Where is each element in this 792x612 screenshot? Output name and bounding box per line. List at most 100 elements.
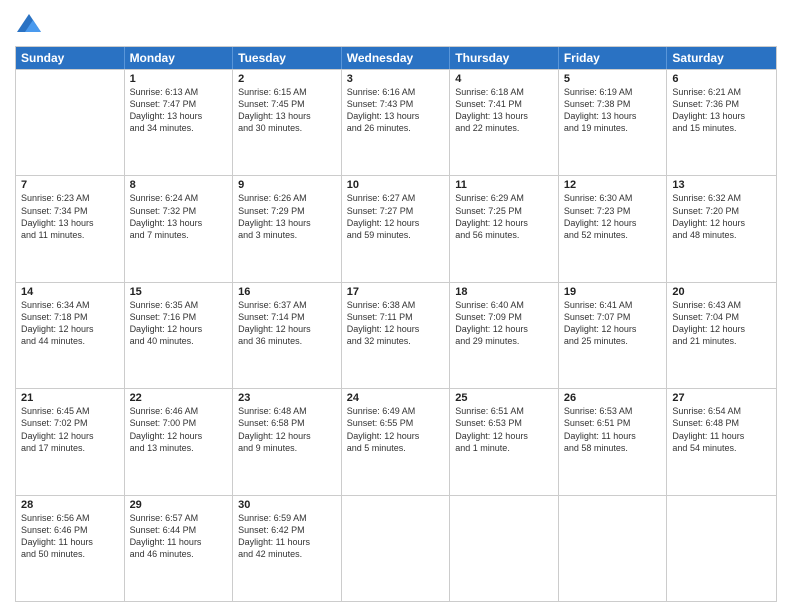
cell-info: Sunrise: 6:15 AM Sunset: 7:45 PM Dayligh… [238,86,336,135]
cal-cell: 27Sunrise: 6:54 AM Sunset: 6:48 PM Dayli… [667,389,776,494]
cal-cell: 5Sunrise: 6:19 AM Sunset: 7:38 PM Daylig… [559,70,668,175]
cell-date: 8 [130,179,228,191]
header-day-wednesday: Wednesday [342,47,451,69]
cell-info: Sunrise: 6:49 AM Sunset: 6:55 PM Dayligh… [347,405,445,454]
cal-cell: 9Sunrise: 6:26 AM Sunset: 7:29 PM Daylig… [233,176,342,281]
cal-cell: 4Sunrise: 6:18 AM Sunset: 7:41 PM Daylig… [450,70,559,175]
cell-info: Sunrise: 6:43 AM Sunset: 7:04 PM Dayligh… [672,299,771,348]
cell-date: 20 [672,286,771,298]
cell-info: Sunrise: 6:32 AM Sunset: 7:20 PM Dayligh… [672,192,771,241]
cal-cell: 21Sunrise: 6:45 AM Sunset: 7:02 PM Dayli… [16,389,125,494]
cell-date: 28 [21,499,119,511]
cell-date: 19 [564,286,662,298]
cal-cell: 8Sunrise: 6:24 AM Sunset: 7:32 PM Daylig… [125,176,234,281]
cell-date: 10 [347,179,445,191]
cell-info: Sunrise: 6:19 AM Sunset: 7:38 PM Dayligh… [564,86,662,135]
cell-info: Sunrise: 6:48 AM Sunset: 6:58 PM Dayligh… [238,405,336,454]
calendar-body: 1Sunrise: 6:13 AM Sunset: 7:47 PM Daylig… [16,69,776,601]
cell-info: Sunrise: 6:57 AM Sunset: 6:44 PM Dayligh… [130,512,228,561]
cal-cell: 25Sunrise: 6:51 AM Sunset: 6:53 PM Dayli… [450,389,559,494]
cell-info: Sunrise: 6:30 AM Sunset: 7:23 PM Dayligh… [564,192,662,241]
cell-date: 12 [564,179,662,191]
cell-info: Sunrise: 6:51 AM Sunset: 6:53 PM Dayligh… [455,405,553,454]
header-day-sunday: Sunday [16,47,125,69]
cell-info: Sunrise: 6:18 AM Sunset: 7:41 PM Dayligh… [455,86,553,135]
cal-cell: 14Sunrise: 6:34 AM Sunset: 7:18 PM Dayli… [16,283,125,388]
cal-cell: 7Sunrise: 6:23 AM Sunset: 7:34 PM Daylig… [16,176,125,281]
cal-cell: 18Sunrise: 6:40 AM Sunset: 7:09 PM Dayli… [450,283,559,388]
cell-info: Sunrise: 6:53 AM Sunset: 6:51 PM Dayligh… [564,405,662,454]
cal-cell: 15Sunrise: 6:35 AM Sunset: 7:16 PM Dayli… [125,283,234,388]
header-day-tuesday: Tuesday [233,47,342,69]
cell-date: 15 [130,286,228,298]
cell-info: Sunrise: 6:59 AM Sunset: 6:42 PM Dayligh… [238,512,336,561]
page: SundayMondayTuesdayWednesdayThursdayFrid… [0,0,792,612]
cell-date: 25 [455,392,553,404]
cell-info: Sunrise: 6:38 AM Sunset: 7:11 PM Dayligh… [347,299,445,348]
cal-cell: 28Sunrise: 6:56 AM Sunset: 6:46 PM Dayli… [16,496,125,601]
cell-date: 13 [672,179,771,191]
cell-info: Sunrise: 6:13 AM Sunset: 7:47 PM Dayligh… [130,86,228,135]
cell-date: 5 [564,73,662,85]
cell-date: 29 [130,499,228,511]
cal-cell [667,496,776,601]
week-row-3: 14Sunrise: 6:34 AM Sunset: 7:18 PM Dayli… [16,282,776,388]
cell-date: 16 [238,286,336,298]
cell-date: 1 [130,73,228,85]
cell-date: 24 [347,392,445,404]
cell-date: 21 [21,392,119,404]
cell-info: Sunrise: 6:37 AM Sunset: 7:14 PM Dayligh… [238,299,336,348]
cell-date: 18 [455,286,553,298]
cal-cell: 1Sunrise: 6:13 AM Sunset: 7:47 PM Daylig… [125,70,234,175]
cal-cell [16,70,125,175]
cal-cell: 26Sunrise: 6:53 AM Sunset: 6:51 PM Dayli… [559,389,668,494]
week-row-5: 28Sunrise: 6:56 AM Sunset: 6:46 PM Dayli… [16,495,776,601]
cell-info: Sunrise: 6:23 AM Sunset: 7:34 PM Dayligh… [21,192,119,241]
cal-cell: 3Sunrise: 6:16 AM Sunset: 7:43 PM Daylig… [342,70,451,175]
cell-info: Sunrise: 6:24 AM Sunset: 7:32 PM Dayligh… [130,192,228,241]
header-day-friday: Friday [559,47,668,69]
cell-date: 3 [347,73,445,85]
header-day-monday: Monday [125,47,234,69]
cell-date: 23 [238,392,336,404]
cell-date: 11 [455,179,553,191]
cal-cell: 11Sunrise: 6:29 AM Sunset: 7:25 PM Dayli… [450,176,559,281]
cell-date: 17 [347,286,445,298]
cal-cell: 29Sunrise: 6:57 AM Sunset: 6:44 PM Dayli… [125,496,234,601]
cell-info: Sunrise: 6:45 AM Sunset: 7:02 PM Dayligh… [21,405,119,454]
cal-cell: 16Sunrise: 6:37 AM Sunset: 7:14 PM Dayli… [233,283,342,388]
cell-info: Sunrise: 6:16 AM Sunset: 7:43 PM Dayligh… [347,86,445,135]
cell-info: Sunrise: 6:29 AM Sunset: 7:25 PM Dayligh… [455,192,553,241]
header-day-saturday: Saturday [667,47,776,69]
cal-cell [559,496,668,601]
cal-cell [450,496,559,601]
cell-date: 22 [130,392,228,404]
week-row-1: 1Sunrise: 6:13 AM Sunset: 7:47 PM Daylig… [16,69,776,175]
cal-cell: 24Sunrise: 6:49 AM Sunset: 6:55 PM Dayli… [342,389,451,494]
logo [15,10,47,38]
cal-cell: 30Sunrise: 6:59 AM Sunset: 6:42 PM Dayli… [233,496,342,601]
cell-date: 27 [672,392,771,404]
logo-icon [15,10,43,38]
cell-info: Sunrise: 6:27 AM Sunset: 7:27 PM Dayligh… [347,192,445,241]
cell-date: 2 [238,73,336,85]
cell-info: Sunrise: 6:34 AM Sunset: 7:18 PM Dayligh… [21,299,119,348]
cell-info: Sunrise: 6:41 AM Sunset: 7:07 PM Dayligh… [564,299,662,348]
cal-cell: 6Sunrise: 6:21 AM Sunset: 7:36 PM Daylig… [667,70,776,175]
cal-cell: 13Sunrise: 6:32 AM Sunset: 7:20 PM Dayli… [667,176,776,281]
cal-cell: 22Sunrise: 6:46 AM Sunset: 7:00 PM Dayli… [125,389,234,494]
cell-date: 26 [564,392,662,404]
cal-cell: 10Sunrise: 6:27 AM Sunset: 7:27 PM Dayli… [342,176,451,281]
week-row-2: 7Sunrise: 6:23 AM Sunset: 7:34 PM Daylig… [16,175,776,281]
week-row-4: 21Sunrise: 6:45 AM Sunset: 7:02 PM Dayli… [16,388,776,494]
cell-info: Sunrise: 6:54 AM Sunset: 6:48 PM Dayligh… [672,405,771,454]
header [15,10,777,38]
cal-cell: 20Sunrise: 6:43 AM Sunset: 7:04 PM Dayli… [667,283,776,388]
cell-date: 30 [238,499,336,511]
header-day-thursday: Thursday [450,47,559,69]
cell-date: 9 [238,179,336,191]
cell-info: Sunrise: 6:56 AM Sunset: 6:46 PM Dayligh… [21,512,119,561]
cal-cell: 17Sunrise: 6:38 AM Sunset: 7:11 PM Dayli… [342,283,451,388]
cell-info: Sunrise: 6:21 AM Sunset: 7:36 PM Dayligh… [672,86,771,135]
cal-cell: 2Sunrise: 6:15 AM Sunset: 7:45 PM Daylig… [233,70,342,175]
